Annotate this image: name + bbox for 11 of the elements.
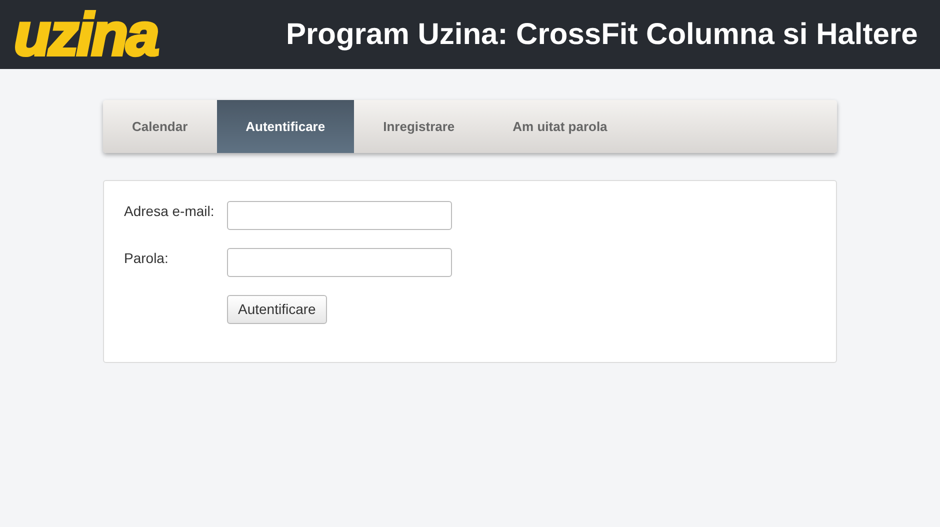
input-field[interactable] xyxy=(227,201,452,230)
nav-tab[interactable]: Inregistrare xyxy=(354,100,484,153)
nav-tab[interactable]: Am uitat parola xyxy=(484,100,636,153)
input-field[interactable] xyxy=(227,248,452,277)
logo[interactable]: uzina xyxy=(14,4,240,64)
login-button[interactable]: Autentificare xyxy=(227,295,327,324)
field-label: Parola: xyxy=(124,249,170,268)
nav-tab[interactable]: Calendar xyxy=(103,100,217,153)
nav-tab[interactable]: Autentificare xyxy=(216,100,354,153)
page-title: Program Uzina: CrossFit Columna si Haltere xyxy=(286,17,918,53)
field-label: Adresa e-mail: xyxy=(124,202,216,221)
